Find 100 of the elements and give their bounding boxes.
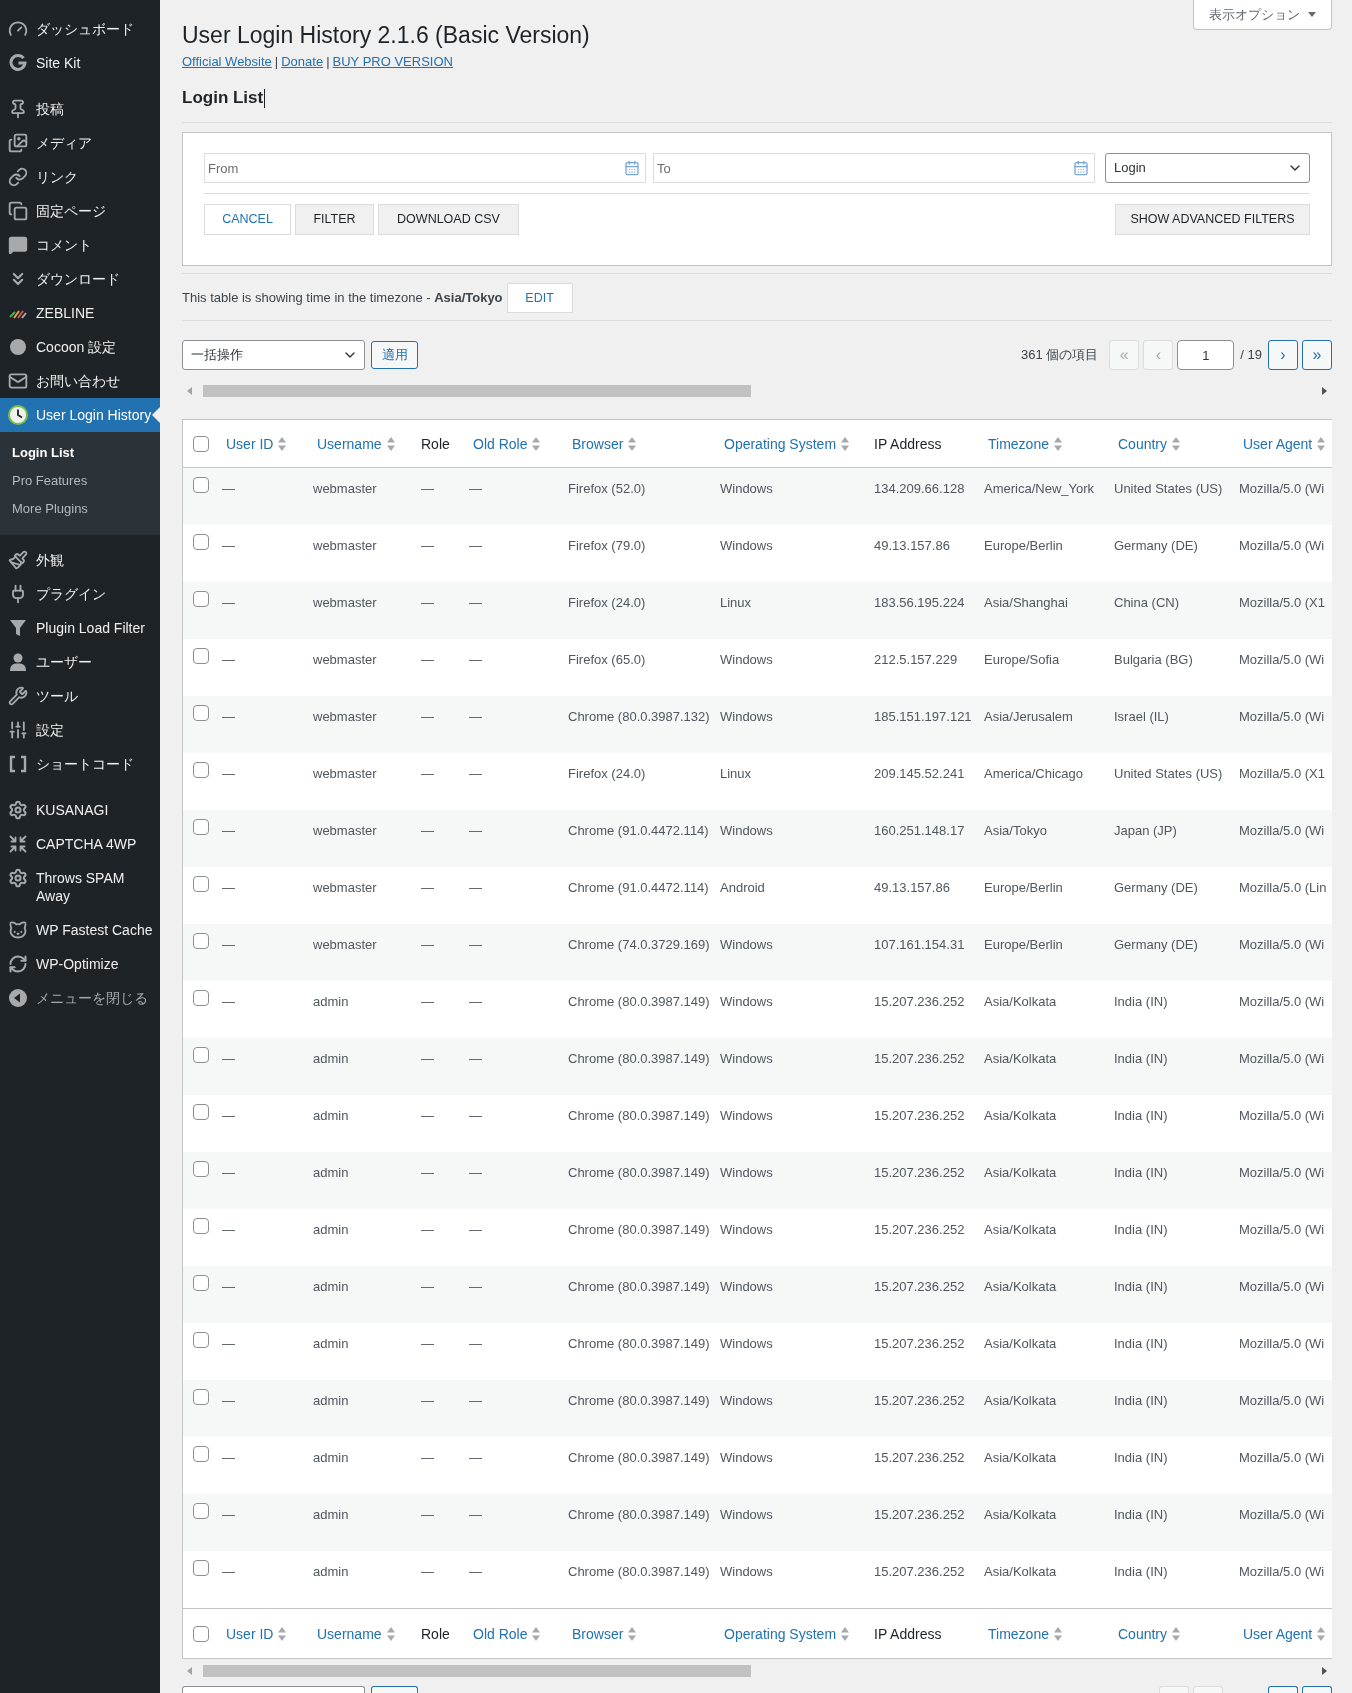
submenu-item[interactable]: Login List [0,439,160,467]
sidebar-menu-item[interactable]: Throws SPAM Away [0,861,160,913]
sortable-column-header[interactable]: Timezone [988,1623,1062,1644]
submenu-item[interactable]: Pro Features [0,467,160,495]
scroll-left-arrow-icon[interactable] [187,1667,192,1675]
scrollbar-thumb[interactable] [203,385,751,397]
row-checkbox[interactable] [193,1218,209,1234]
sortable-column-header[interactable]: Browser [572,433,637,454]
date-to-field[interactable]: To [653,153,1095,183]
row-checkbox[interactable] [193,1389,209,1405]
row-checkbox[interactable] [193,819,209,835]
filter-action-button[interactable]: DOWNLOAD CSV [378,204,519,235]
sortable-column-header[interactable]: Country [1118,433,1181,454]
calendar-icon[interactable] [624,160,640,176]
row-checkbox[interactable] [193,705,209,721]
row-checkbox[interactable] [193,1503,209,1519]
sidebar-menu-item[interactable]: ショートコード [0,747,160,781]
sidebar-menu-item[interactable]: ダッシュボード [0,12,160,46]
row-checkbox[interactable] [193,1104,209,1120]
advanced-filters-button[interactable]: SHOW ADVANCED FILTERS [1115,204,1310,235]
row-checkbox[interactable] [193,1446,209,1462]
os-cell: Windows [720,937,773,952]
sidebar-menu-item[interactable]: Plugin Load Filter [0,611,160,645]
old-role-cell: — [469,880,482,895]
row-checkbox[interactable] [193,591,209,607]
sidebar-menu-item[interactable]: 外観 [0,543,160,577]
row-checkbox[interactable] [193,762,209,778]
sortable-column-header[interactable]: Old Role [473,1623,541,1644]
sortable-column-header[interactable]: User ID [226,1623,287,1644]
select-all-checkbox[interactable] [193,1625,209,1642]
scroll-right-arrow-icon[interactable] [1322,387,1327,395]
sidebar-menu-item[interactable]: ZEBLINE [0,296,160,330]
filter-action-button[interactable]: FILTER [295,204,374,235]
country-cell: India (IN) [1114,994,1168,1009]
filter-action-button[interactable]: CANCEL [204,204,291,235]
next-page-button[interactable]: › [1268,340,1298,370]
sortable-column-header[interactable]: User ID [226,433,287,454]
sortable-column-header[interactable]: Operating System [724,1623,850,1644]
date-from-field[interactable]: From [204,153,646,183]
row-checkbox[interactable] [193,648,209,664]
sidebar-menu-item[interactable]: ユーザー [0,645,160,679]
next-page-button[interactable] [1268,1686,1298,1693]
submenu-item[interactable]: More Plugins [0,495,160,523]
type-select[interactable]: Login [1105,153,1310,183]
sidebar-menu-item[interactable]: お問い合わせ [0,364,160,398]
row-checkbox[interactable] [193,1560,209,1576]
header-link[interactable]: Donate [281,53,324,71]
bulk-actions-select[interactable] [182,1686,365,1693]
sortable-column-header[interactable]: Timezone [988,433,1062,454]
select-all-checkbox[interactable] [193,435,209,452]
sidebar-menu-item[interactable]: リンク [0,160,160,194]
sidebar-menu-item[interactable]: ツール [0,679,160,713]
last-page-button[interactable]: » [1302,340,1332,370]
sidebar-menu-item[interactable]: コメント [0,228,160,262]
sliders-icon [8,720,28,740]
header-link[interactable]: BUY PRO VERSION [332,53,453,71]
edit-timezone-button[interactable]: EDIT [506,283,573,313]
sortable-column-header[interactable]: User Agent [1243,433,1326,454]
sidebar-menu-item[interactable]: ダウンロード [0,262,160,296]
row-checkbox[interactable] [193,933,209,949]
sortable-column-header[interactable]: Operating System [724,433,850,454]
sidebar-menu-item[interactable]: Site Kit [0,46,160,80]
sidebar-menu-item[interactable]: WP-Optimize [0,947,160,981]
sidebar-menu-item[interactable]: プラグイン [0,577,160,611]
sidebar-menu-item[interactable]: CAPTCHA 4WP [0,827,160,861]
sidebar-menu-item[interactable]: Cocoon 設定 [0,330,160,364]
collapse-menu-button[interactable]: メニューを閉じる [0,981,160,1015]
row-checkbox[interactable] [193,1161,209,1177]
row-checkbox[interactable] [193,990,209,1006]
page-number-field[interactable]: 1 [1177,340,1235,370]
scrollbar-thumb[interactable] [203,1665,751,1677]
row-checkbox[interactable] [193,1275,209,1291]
sortable-column-header[interactable]: Username [317,1623,395,1644]
sortable-column-header[interactable]: Country [1118,1623,1181,1644]
scroll-right-arrow-icon[interactable] [1322,1667,1327,1675]
sortable-column-header[interactable]: Old Role [473,433,541,454]
apply-button[interactable] [371,1686,418,1693]
sidebar-menu-item[interactable]: User Login History [0,398,160,432]
row-checkbox[interactable] [193,876,209,892]
screen-options-button[interactable]: 表示オプション [1193,0,1332,30]
bulk-actions-select[interactable]: 一括操作 [182,340,365,370]
sidebar-menu-item[interactable]: 投稿 [0,92,160,126]
sidebar-menu-item[interactable]: KUSANAGI [0,793,160,827]
sidebar-menu-item[interactable]: WP Fastest Cache [0,913,160,947]
row-checkbox[interactable] [193,534,209,550]
last-page-button[interactable] [1302,1686,1332,1693]
calendar-icon[interactable] [1073,160,1089,176]
row-checkbox[interactable] [193,477,209,493]
sortable-column-header[interactable]: Browser [572,1623,637,1644]
sortable-column-header[interactable]: User Agent [1243,1623,1326,1644]
sortable-column-header[interactable]: Username [317,433,395,454]
row-checkbox[interactable] [193,1332,209,1348]
sidebar-menu-item[interactable]: 設定 [0,713,160,747]
row-checkbox[interactable] [193,1047,209,1063]
scroll-left-arrow-icon[interactable] [187,387,192,395]
header-link[interactable]: Official Website [182,53,272,71]
sidebar-menu-item[interactable]: 固定ページ [0,194,160,228]
sidebar-menu-item[interactable]: メディア [0,126,160,160]
timezone-cell: Europe/Berlin [984,538,1063,553]
apply-button[interactable]: 適用 [371,341,418,369]
